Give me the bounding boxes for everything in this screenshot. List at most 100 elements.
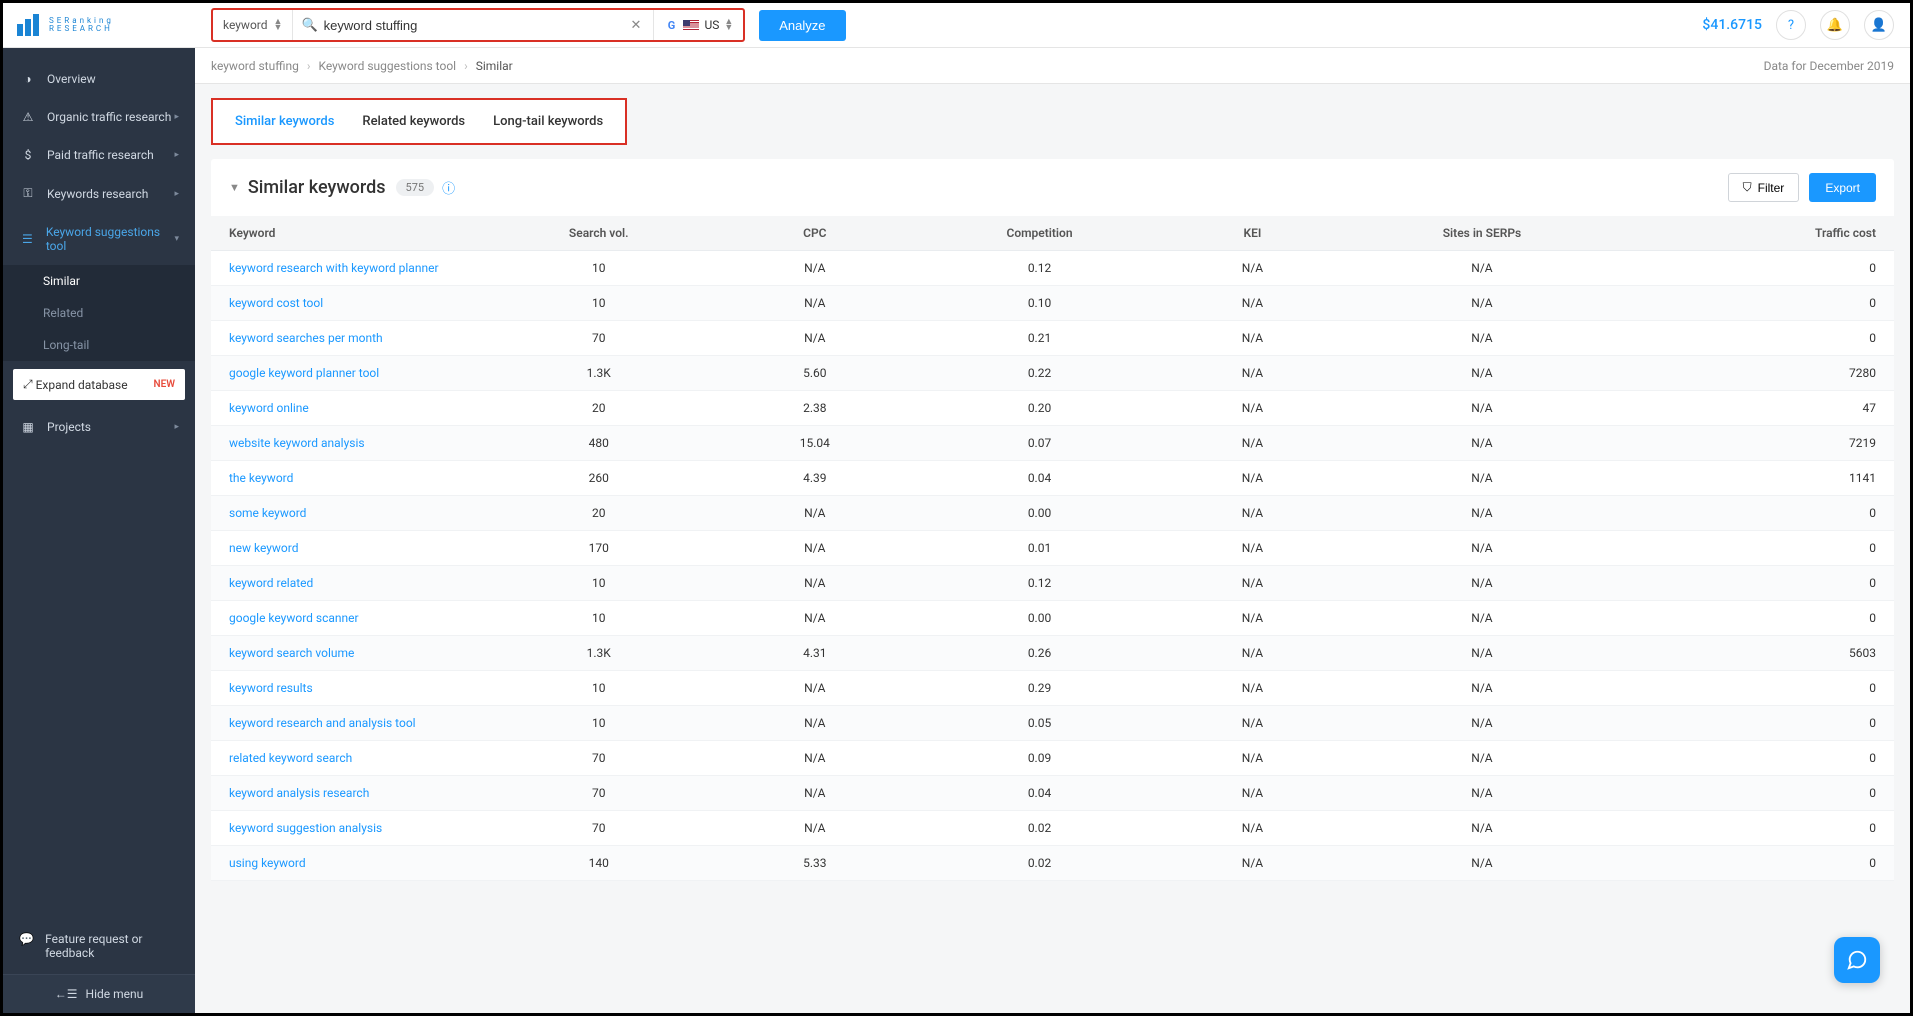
help-icon[interactable]: ?: [1776, 10, 1806, 40]
bell-icon[interactable]: 🔔: [1820, 10, 1850, 40]
user-icon[interactable]: 👤: [1864, 10, 1894, 40]
cell-vol: 70: [471, 741, 726, 776]
cell-vol: 10: [471, 601, 726, 636]
keyword-link[interactable]: related keyword search: [229, 751, 352, 765]
sidebar-sub-related[interactable]: Related: [3, 297, 195, 329]
col-keyword[interactable]: Keyword: [211, 216, 471, 251]
sidebar-item-paid[interactable]: $ Paid traffic research ▸: [3, 136, 195, 174]
keyword-link[interactable]: keyword search volume: [229, 646, 354, 660]
cell-cost: 0: [1635, 286, 1894, 321]
cell-vol: 10: [471, 286, 726, 321]
keyword-link[interactable]: using keyword: [229, 856, 306, 870]
sidebar-sub-longtail[interactable]: Long-tail: [3, 329, 195, 361]
col-kei[interactable]: KEI: [1176, 216, 1329, 251]
cell-vol: 140: [471, 846, 726, 881]
sidebar-item-label: Keyword suggestions tool: [46, 225, 175, 253]
cell-sites: N/A: [1329, 356, 1635, 391]
expand-database-button[interactable]: ⤢ Expand database NEW: [13, 369, 185, 400]
keyword-link[interactable]: some keyword: [229, 506, 306, 520]
tab-similar[interactable]: Similar keywords: [235, 114, 334, 129]
filter-button[interactable]: ⛉ Filter: [1728, 173, 1800, 202]
keyword-link[interactable]: the keyword: [229, 471, 293, 485]
keyword-link[interactable]: website keyword analysis: [229, 436, 365, 450]
new-badge: NEW: [154, 379, 176, 390]
grid-icon: ▦: [19, 420, 37, 434]
col-competition[interactable]: Competition: [903, 216, 1176, 251]
search-type-select[interactable]: keyword ▲▼: [213, 10, 293, 40]
cell-cost: 0: [1635, 251, 1894, 286]
chat-widget[interactable]: [1834, 937, 1880, 983]
crumb-tool[interactable]: Keyword suggestions tool: [318, 59, 456, 73]
cell-sites: N/A: [1329, 496, 1635, 531]
keyword-link[interactable]: keyword online: [229, 401, 309, 415]
sidebar-item-projects[interactable]: ▦ Projects ▸: [3, 408, 195, 446]
feature-label: Feature request or feedback: [45, 932, 179, 960]
chat-icon: 💬: [19, 932, 35, 946]
cell-cost: 7219: [1635, 426, 1894, 461]
logo[interactable]: SERankingRESEARCH: [3, 3, 195, 48]
region-select[interactable]: G US ▲▼: [653, 10, 743, 40]
table-row: keyword online202.380.20N/AN/A47: [211, 391, 1894, 426]
hide-menu-button[interactable]: ←☰ Hide menu: [3, 974, 195, 1013]
col-trafficcost[interactable]: Traffic cost: [1635, 216, 1894, 251]
sidebar-item-suggestions[interactable]: ☰ Keyword suggestions tool ▾: [3, 213, 195, 265]
feature-request-link[interactable]: 💬 Feature request or feedback: [3, 918, 195, 974]
cell-cpc: N/A: [726, 706, 903, 741]
table-row: website keyword analysis48015.040.07N/AN…: [211, 426, 1894, 461]
col-sites[interactable]: Sites in SERPs: [1329, 216, 1635, 251]
keyword-link[interactable]: keyword analysis research: [229, 786, 369, 800]
sidebar-item-label: Keywords research: [47, 187, 148, 201]
crumb-current: Similar: [476, 59, 513, 73]
table-row: keyword analysis research70N/A0.04N/AN/A…: [211, 776, 1894, 811]
updown-icon: ▲▼: [724, 19, 733, 32]
updown-icon: ▲▼: [274, 19, 283, 32]
cell-comp: 0.21: [903, 321, 1176, 356]
sidebar-item-keywords[interactable]: ⚿ Keywords research ▸: [3, 174, 195, 213]
keyword-link[interactable]: keyword research and analysis tool: [229, 716, 416, 730]
breadcrumb: keyword stuffing › Keyword suggestions t…: [195, 48, 1910, 84]
analyze-button[interactable]: Analyze: [759, 10, 845, 41]
cell-sites: N/A: [1329, 321, 1635, 356]
region-label: US: [704, 18, 719, 32]
keyword-link[interactable]: keyword cost tool: [229, 296, 323, 310]
cell-comp: 0.07: [903, 426, 1176, 461]
sidebar-item-organic[interactable]: ⚠ Organic traffic research ▸: [3, 98, 195, 136]
keyword-link[interactable]: keyword related: [229, 576, 313, 590]
filter-label: Filter: [1758, 181, 1785, 195]
cell-comp: 0.02: [903, 846, 1176, 881]
cell-comp: 0.29: [903, 671, 1176, 706]
export-button[interactable]: Export: [1809, 173, 1876, 202]
balance-display[interactable]: $41.6715: [1702, 17, 1762, 33]
cell-kei: N/A: [1176, 671, 1329, 706]
crumb-keyword[interactable]: keyword stuffing: [211, 59, 299, 73]
cell-keyword: google keyword planner tool: [211, 356, 471, 391]
search-icon: 🔍: [301, 18, 317, 33]
keyword-link[interactable]: google keyword scanner: [229, 611, 359, 625]
sidebar-sub-similar[interactable]: Similar: [3, 265, 195, 297]
keyword-link[interactable]: keyword suggestion analysis: [229, 821, 382, 835]
collapse-caret-icon[interactable]: ▼: [229, 181, 240, 194]
table-row: some keyword20N/A0.00N/AN/A0: [211, 496, 1894, 531]
clear-icon[interactable]: ✕: [627, 18, 646, 33]
cell-cpc: N/A: [726, 776, 903, 811]
tab-related[interactable]: Related keywords: [362, 114, 465, 129]
cell-cost: 0: [1635, 741, 1894, 776]
keyword-link[interactable]: keyword results: [229, 681, 313, 695]
search-input[interactable]: [324, 18, 627, 33]
keyword-link[interactable]: keyword searches per month: [229, 331, 383, 345]
cell-sites: N/A: [1329, 741, 1635, 776]
tab-longtail[interactable]: Long-tail keywords: [493, 114, 603, 129]
info-icon[interactable]: ⓘ: [442, 178, 455, 197]
col-searchvol[interactable]: Search vol.: [471, 216, 726, 251]
keyword-link[interactable]: keyword research with keyword planner: [229, 261, 439, 275]
keyword-link[interactable]: new keyword: [229, 541, 299, 555]
cell-keyword: keyword searches per month: [211, 321, 471, 356]
cell-comp: 0.20: [903, 391, 1176, 426]
keyword-link[interactable]: google keyword planner tool: [229, 366, 379, 380]
sidebar-item-overview[interactable]: ◑ Overview: [3, 60, 195, 98]
cell-comp: 0.00: [903, 496, 1176, 531]
cell-vol: 20: [471, 496, 726, 531]
col-cpc[interactable]: CPC: [726, 216, 903, 251]
cell-comp: 0.05: [903, 706, 1176, 741]
cell-sites: N/A: [1329, 706, 1635, 741]
